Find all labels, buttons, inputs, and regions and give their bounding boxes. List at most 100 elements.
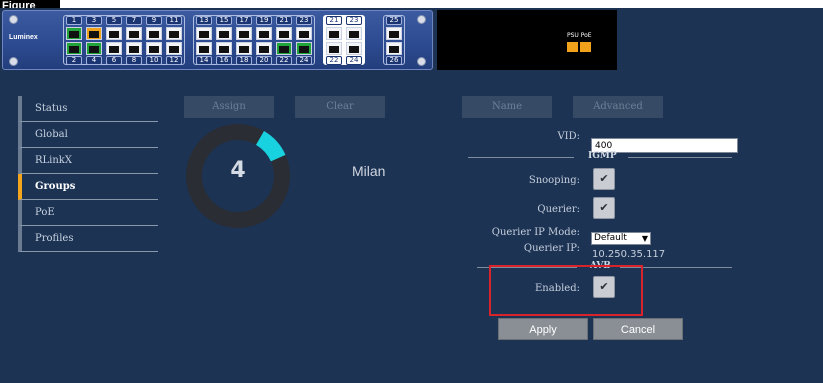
port-number-label: 1 [66,16,82,25]
ethernet-port-icon[interactable] [166,27,182,40]
ethernet-port-icon[interactable] [126,27,142,40]
querier-label: Querier: [537,204,580,215]
psu-led-icon [567,42,578,52]
port-number-label: 8 [126,56,142,65]
sidebar-item-rlinkx[interactable]: RLinkX [18,148,158,174]
querier-ip-mode-label: Querier IP Mode: [491,227,580,238]
ethernet-port-icon[interactable] [276,27,292,40]
port-number-label: 2 [66,56,82,65]
ethernet-port-icon[interactable] [296,42,312,55]
assign-button[interactable]: Assign [184,96,274,118]
port-number-label: 12 [166,56,182,65]
igmp-header: IGMP [588,151,617,161]
divider [468,157,574,158]
ethernet-port-icon[interactable] [106,42,122,55]
ethernet-port-icon[interactable] [276,42,292,55]
port-number-label: 21 [276,16,292,25]
querier-checkbox[interactable]: ✔ [593,197,615,219]
port-number-label: 24 [346,56,362,65]
ethernet-port-icon[interactable] [236,42,252,55]
advanced-button[interactable]: Advanced [573,96,663,118]
port-number-label: 13 [196,16,212,25]
port-column: 9 10 [145,16,163,66]
ethernet-port-icon[interactable] [196,27,212,40]
vid-label: VID: [557,131,580,142]
ethernet-port-icon[interactable] [326,27,342,40]
ethernet-port-icon[interactable] [86,27,102,40]
divider [628,157,732,158]
port-number-label: 14 [196,56,212,65]
querier-ip-mode-select[interactable]: Default ▼ [591,232,651,245]
port-number-label: 16 [216,56,232,65]
querier-ip-mode-value: Default [594,233,627,243]
ethernet-port-icon[interactable] [216,27,232,40]
port-number-label: 9 [146,16,162,25]
ethernet-port-icon[interactable] [256,27,272,40]
port-column: 56 [105,16,123,66]
ethernet-port-icon[interactable] [126,42,142,55]
snooping-checkbox[interactable]: ✔ [593,168,615,190]
psu-panel: PSU PoE [437,10,617,70]
port-column: 11 12 [165,16,183,66]
ethernet-port-icon[interactable] [216,42,232,55]
ethernet-port-icon[interactable] [296,27,312,40]
sidebar-item-groups[interactable]: Groups [18,174,158,200]
poe-led-icon [580,42,591,52]
port-number-label: 10 [146,56,162,65]
port-column: 23 24 [295,16,313,66]
port-number-label: 6 [106,56,122,65]
ethernet-port-icon[interactable] [326,42,342,55]
app-window: Luminex 1 2 3 4 5 6 7 8 9 10 11 12 13 14 15 16 17 18 19 20 2… [0,8,823,383]
ethernet-port-icon[interactable] [146,42,162,55]
screw-icon [417,15,426,24]
sidebar-item-status[interactable]: Status [18,96,158,122]
ethernet-port-icon[interactable] [346,27,362,40]
port-number-label: 22 [276,56,292,65]
ethernet-port-icon[interactable] [86,42,102,55]
port-number-label: 20 [256,56,272,65]
ethernet-port-icon[interactable] [106,27,122,40]
ethernet-port-icon[interactable] [146,27,162,40]
sidebar-item-profiles[interactable]: Profiles [18,226,158,252]
ethernet-port-icon[interactable] [386,42,402,55]
port-column: 19 20 [255,16,273,66]
ethernet-port-icon[interactable] [66,27,82,40]
apply-button[interactable]: Apply [498,318,588,340]
port-number-label: 4 [86,56,102,65]
cancel-button[interactable]: Cancel [593,318,683,340]
name-button[interactable]: Name [462,96,552,118]
highlight-box [489,265,643,316]
ethernet-port-icon[interactable] [166,42,182,55]
port-column: 21 22 [275,16,293,66]
port-number-label: 17 [236,16,252,25]
ethernet-port-icon[interactable] [346,42,362,55]
ethernet-port-icon[interactable] [66,42,82,55]
port-number-label: 23 [296,16,312,25]
port-number-label: 11 [166,16,182,25]
screw-icon [9,15,18,24]
port-group: 1 2 3 4 5 6 7 8 9 10 11 12 [63,15,185,65]
group-name: Milan [352,163,386,179]
port-column: 23 24 [345,16,363,66]
port-number-label: 26 [386,56,402,65]
port-group: 21 22 23 24 [323,15,365,65]
ethernet-port-icon[interactable] [386,27,402,40]
psu-label: PSU PoE [567,32,592,39]
port-number-label: 5 [106,16,122,25]
clear-button[interactable]: Clear [295,96,385,118]
screw-icon [9,57,18,66]
sidebar-item-poe[interactable]: PoE [18,200,158,226]
port-number-label: 18 [236,56,252,65]
group-number: 4 [230,158,246,183]
ethernet-port-icon[interactable] [236,27,252,40]
port-column: 78 [125,16,143,66]
ethernet-port-icon[interactable] [196,42,212,55]
brand-logo: Luminex [9,34,38,41]
sidebar-item-global[interactable]: Global [18,122,158,148]
ethernet-port-icon[interactable] [256,42,272,55]
port-column: 25 26 [385,16,403,66]
screw-icon [417,57,426,66]
snooping-label: Snooping: [528,175,580,186]
port-number-label: 19 [256,16,272,25]
sidebar-nav: Status Global RLinkX Groups PoE Profiles [18,96,158,252]
